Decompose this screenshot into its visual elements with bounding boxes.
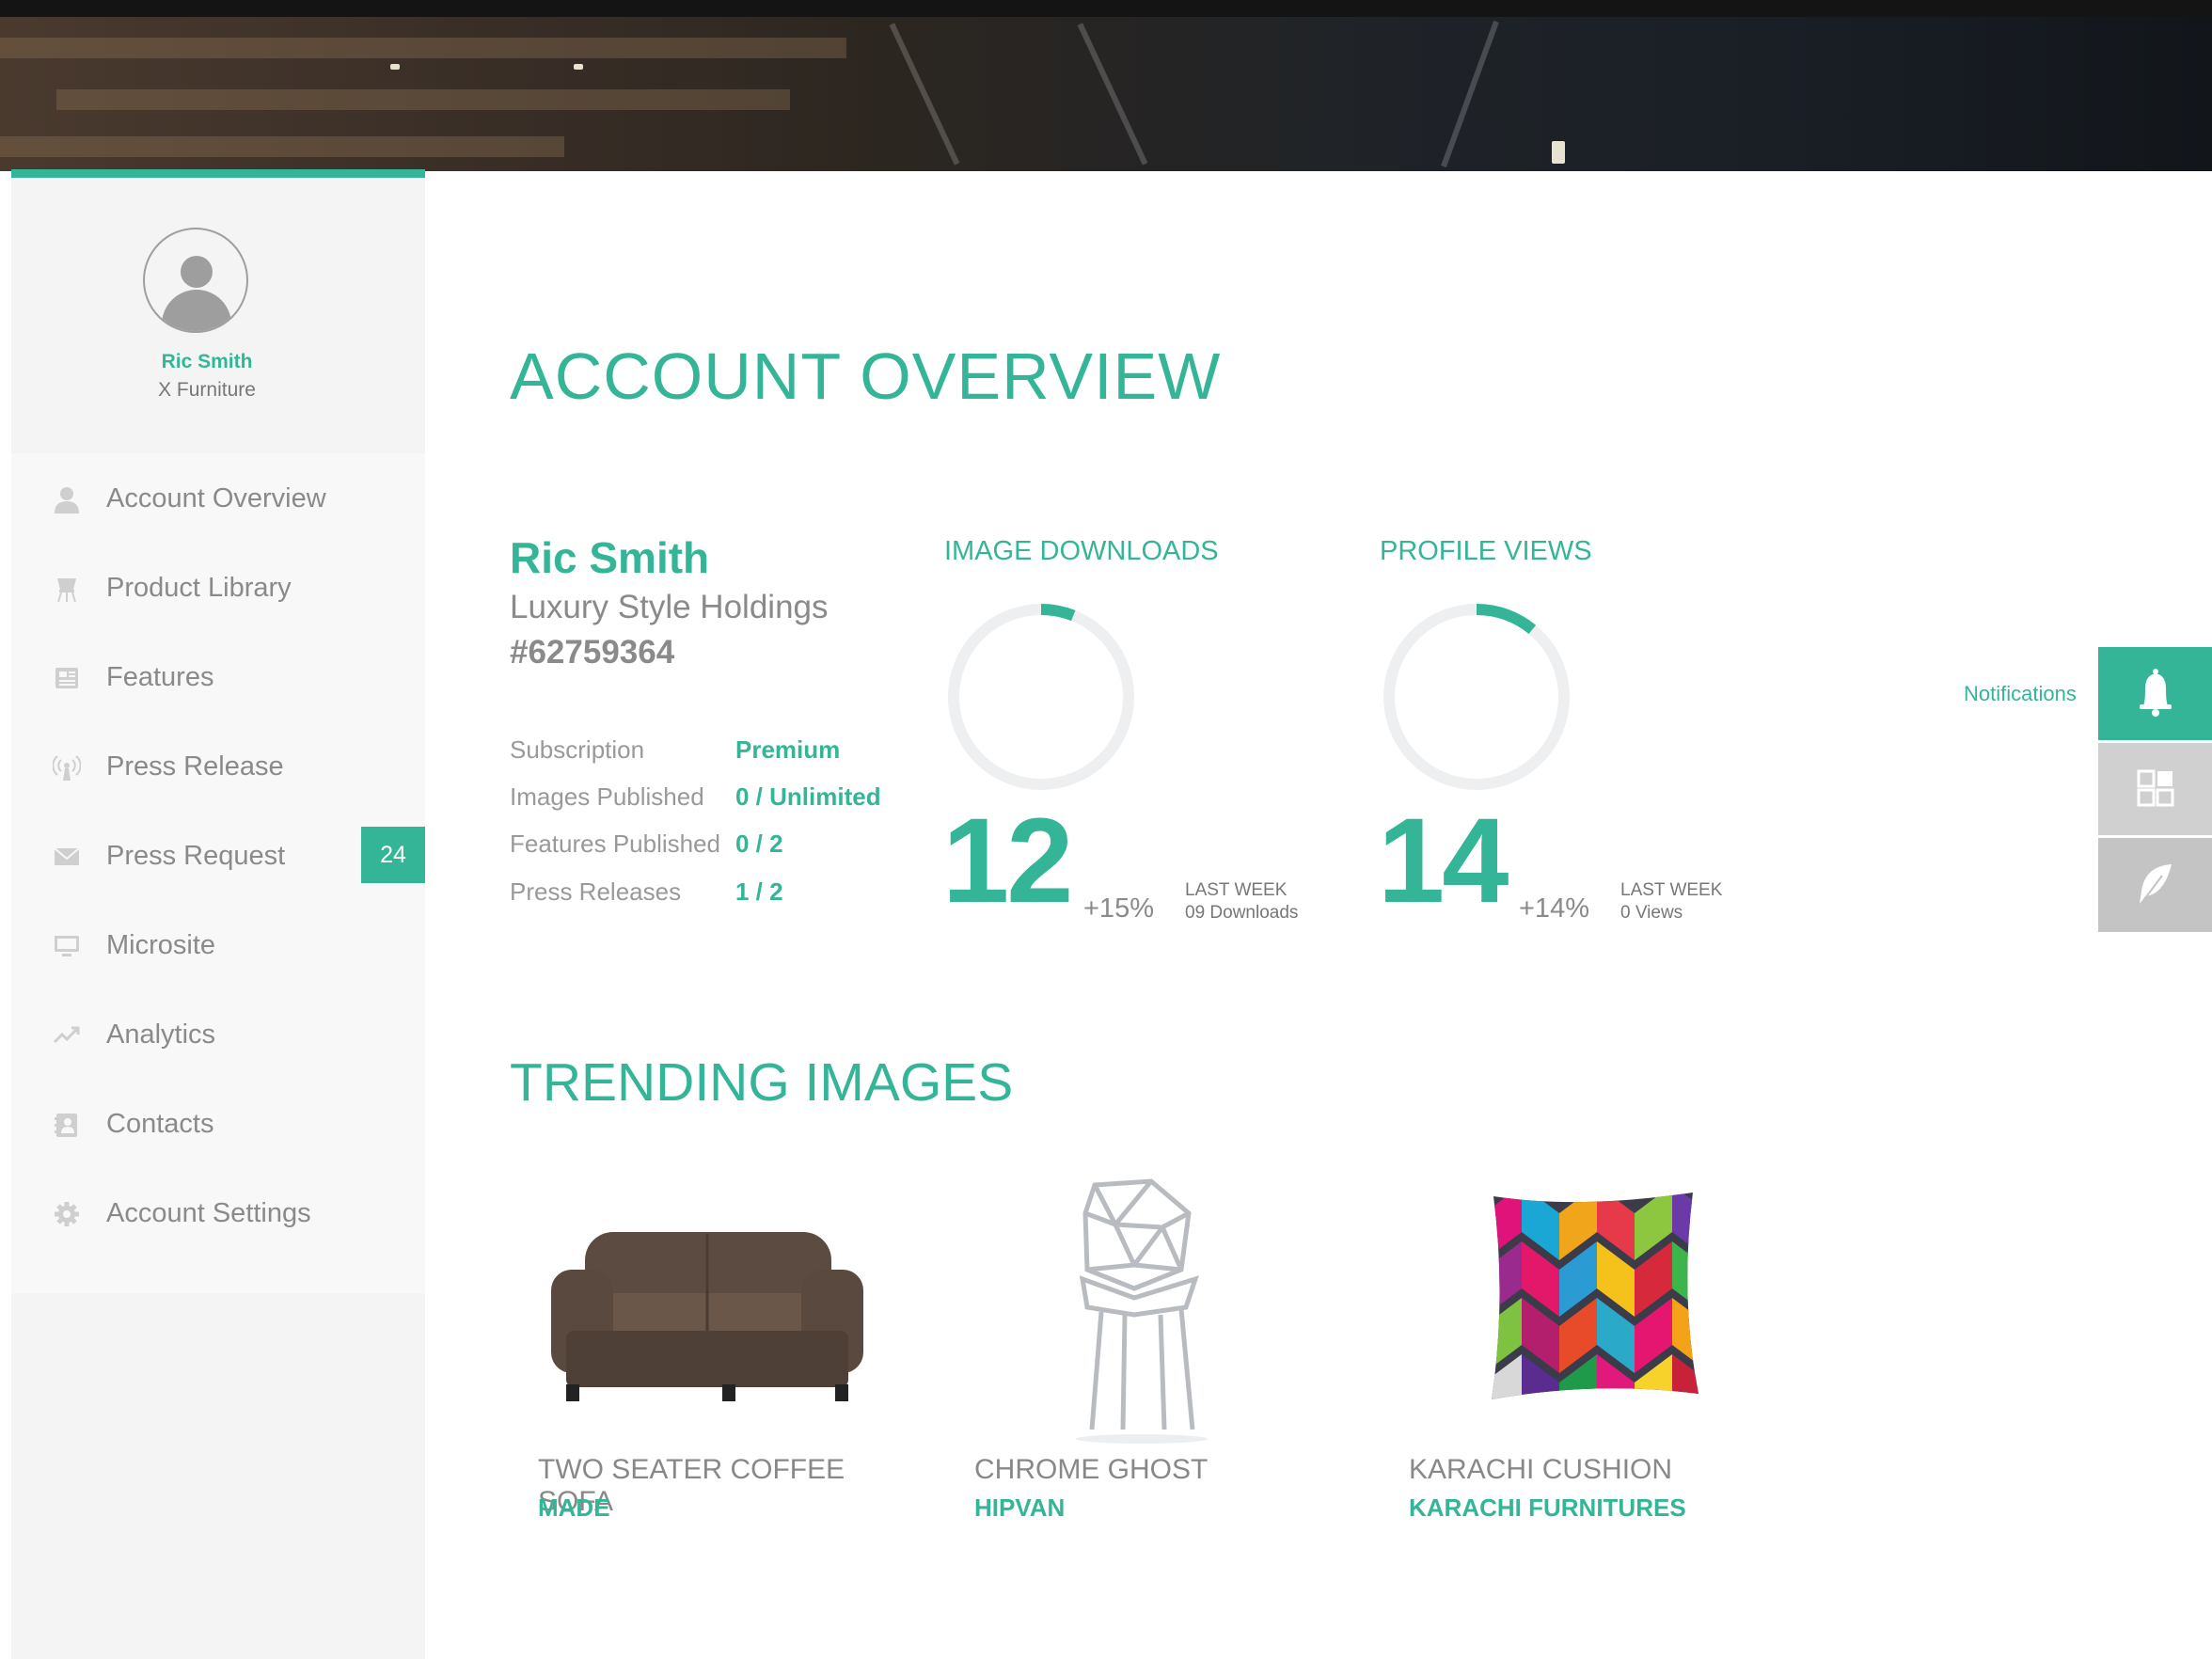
sidebar-item-label: Account Settings [106, 1198, 311, 1228]
sidebar-item-features[interactable]: Features [11, 632, 425, 721]
ring-track [1383, 604, 1570, 790]
product-brand[interactable]: HIPVAN [974, 1493, 1065, 1523]
product-card[interactable]: TWO SEATER COFFEE SOFA MADE [510, 1176, 924, 1533]
sidebar-item-press-request[interactable]: Press Request 24 [11, 811, 425, 900]
trend-icon [53, 1026, 80, 1044]
user-icon [55, 487, 79, 514]
sidebar-item-label: Product Library [106, 573, 292, 603]
sidebar-item-label: Features [106, 662, 214, 692]
press-request-count-badge: 24 [361, 827, 425, 883]
account-company: Luxury Style Holdings [510, 589, 829, 625]
product-card[interactable]: CHROME GHOST HIPVAN [946, 1176, 1360, 1533]
sidebar-item-label: Analytics [106, 1019, 216, 1050]
kpi-image-downloads: IMAGE DOWNLOADS 12 +15% LAST WEEK 09 Dow… [942, 536, 1300, 931]
stat-label: Subscription [510, 735, 645, 764]
stat-value: 0 / Unlimited [735, 782, 881, 811]
kpi-last-week-label: LAST WEEK [1185, 880, 1288, 900]
glass-beam [1441, 20, 1499, 168]
kpi-change: +14% [1519, 893, 1589, 924]
avatar-head [181, 256, 213, 288]
stat-value: Premium [735, 735, 841, 764]
kpi-value: 14 [1378, 794, 1509, 928]
trending-images-title: TRENDING IMAGES [510, 1052, 1014, 1113]
sidebar-accent-bar [11, 169, 425, 178]
ceiling-plank [0, 38, 846, 58]
stat-label: Features Published [510, 830, 721, 858]
feather-button[interactable] [2098, 838, 2212, 932]
stat-row-features-published: Features Published 0 / 2 [510, 830, 905, 867]
product-card[interactable]: KARACHI CUSHION KARACHI FURNITURES [1381, 1176, 1794, 1533]
gear-icon [55, 1202, 79, 1226]
stat-row-subscription: Subscription Premium [510, 735, 905, 773]
feather-icon [2139, 864, 2172, 907]
profile-name[interactable]: Ric Smith [0, 351, 414, 373]
sidebar-item-label: Press Release [106, 751, 284, 782]
profile-company: X Furniture [158, 379, 256, 401]
ceiling-light [574, 64, 583, 70]
sidebar-item-label: Account Overview [106, 483, 326, 514]
chrome-chair-image[interactable] [946, 1176, 1341, 1448]
newspaper-icon [55, 668, 78, 688]
kpi-value: 12 [942, 794, 1073, 928]
sidebar-item-contacts[interactable]: Contacts [11, 1079, 425, 1168]
sidebar-item-microsite[interactable]: Microsite [11, 900, 425, 989]
top-bar [0, 0, 2212, 17]
grid-icon [2137, 769, 2174, 807]
kpi-last-week-value: 09 Downloads [1185, 903, 1299, 923]
notifications-button[interactable] [2098, 647, 2212, 740]
stat-row-press-releases: Press Releases 1 / 2 [510, 877, 905, 915]
product-brand[interactable]: MADE [538, 1493, 610, 1523]
ceiling-light [390, 64, 400, 70]
sidebar-item-account-settings[interactable]: Account Settings [11, 1168, 425, 1257]
sidebar-item-account-overview[interactable]: Account Overview [11, 453, 425, 543]
stat-value: 1 / 2 [735, 877, 783, 906]
product-brand[interactable]: KARACHI FURNITURES [1409, 1493, 1686, 1523]
avatar-body [162, 290, 231, 331]
kpi-title: IMAGE DOWNLOADS [944, 536, 1219, 566]
kpi-last-week-value: 0 Views [1620, 903, 1683, 923]
image-downloads-ring-chart [948, 604, 1134, 790]
page-title: ACCOUNT OVERVIEW [510, 340, 1222, 413]
ceiling-light [1552, 141, 1565, 164]
envelope-icon [54, 847, 80, 865]
sidebar-menu: Account Overview Product Library Feature… [11, 453, 425, 1293]
kpi-change: +15% [1083, 893, 1154, 924]
bell-icon [2140, 669, 2172, 717]
glass-beam [1077, 23, 1148, 166]
sidebar-item-label: Press Request [106, 841, 286, 871]
ring-track [948, 604, 1134, 790]
sidebar-item-product-library[interactable]: Product Library [11, 543, 425, 632]
sidebar-item-press-release[interactable]: Press Release [11, 721, 425, 811]
stat-row-images-published: Images Published 0 / Unlimited [510, 782, 905, 820]
ceiling-plank [0, 136, 564, 157]
kpi-last-week-label: LAST WEEK [1620, 880, 1723, 900]
kpi-profile-views: PROFILE VIEWS 14 +14% LAST WEEK 0 Views [1378, 536, 1735, 931]
stat-label: Press Releases [510, 877, 682, 906]
chair-icon [57, 578, 76, 603]
sidebar-item-analytics[interactable]: Analytics [11, 989, 425, 1079]
product-name[interactable]: KARACHI CUSHION [1409, 1454, 1672, 1486]
sofa-image[interactable] [510, 1176, 905, 1448]
address-book-icon [55, 1114, 77, 1137]
stat-value: 0 / 2 [735, 830, 783, 858]
profile-views-ring-chart [1383, 604, 1570, 790]
glass-beam [889, 23, 960, 166]
product-name[interactable]: CHROME GHOST [974, 1454, 1208, 1486]
notifications-label[interactable]: Notifications [1964, 682, 2077, 706]
account-name: Ric Smith [510, 533, 710, 582]
sidebar-item-label: Microsite [106, 930, 216, 960]
avatar[interactable] [143, 228, 248, 333]
stat-label: Images Published [510, 782, 704, 811]
kpi-title: PROFILE VIEWS [1380, 536, 1592, 566]
cushion-image[interactable] [1381, 1176, 1776, 1448]
ceiling-plank [56, 89, 790, 110]
sidebar-item-label: Contacts [106, 1109, 214, 1139]
monitor-icon [55, 936, 79, 956]
broadcast-icon [53, 755, 81, 781]
header-banner-image [0, 0, 2212, 171]
account-id: #62759364 [510, 634, 675, 671]
grid-view-button[interactable] [2098, 743, 2212, 835]
